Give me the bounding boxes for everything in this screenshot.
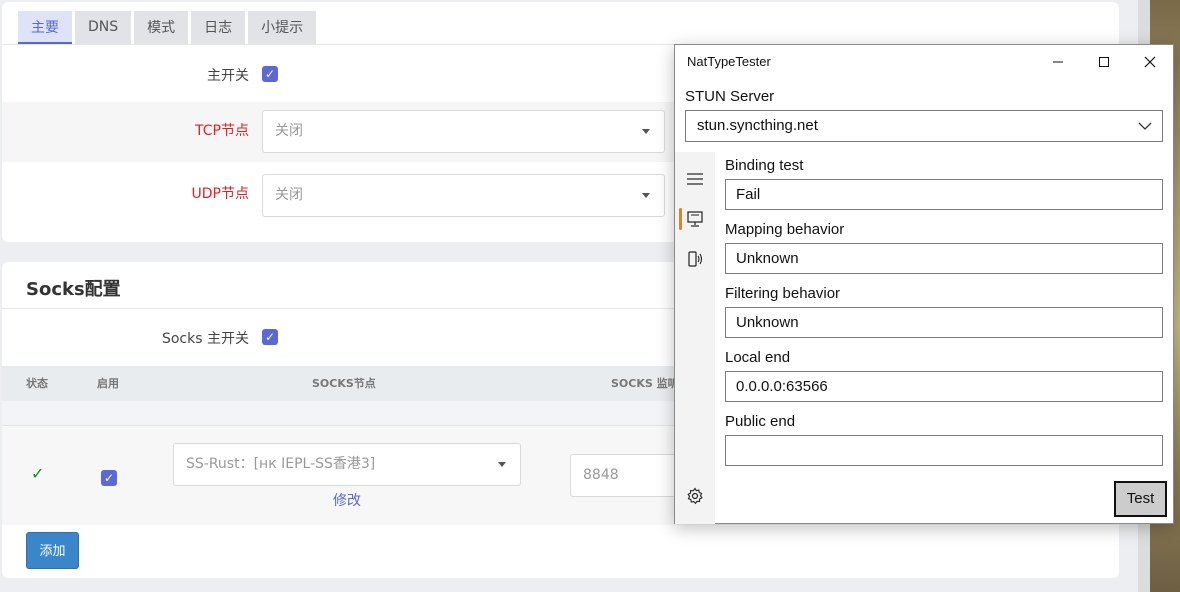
- socks-node-value: SS-Rust：[нк IEPL-SS香港3]: [186, 456, 376, 472]
- main-switch-label: 主开关: [207, 68, 249, 84]
- window-title: NatTypeTester: [687, 54, 771, 69]
- mapping-behavior-field[interactable]: Unknown: [725, 243, 1163, 274]
- col-socks-port: SOCKS 监听: [611, 377, 679, 390]
- row-enabled-checkbox[interactable]: ✓: [101, 470, 117, 486]
- binding-test-label: Binding test: [725, 157, 804, 174]
- tab-main[interactable]: 主要: [18, 11, 72, 44]
- caret-down-icon: [642, 129, 650, 134]
- hamburger-button[interactable]: [675, 164, 715, 194]
- stun-server-label: STUN Server: [685, 88, 775, 105]
- stun-server-value: stun.syncthing.net: [697, 117, 818, 134]
- mapping-behavior-label: Mapping behavior: [725, 221, 845, 238]
- binding-test-field[interactable]: Fail: [725, 179, 1163, 210]
- public-end-field[interactable]: [725, 435, 1163, 466]
- status-ok-icon: ✓: [31, 464, 45, 483]
- tcp-node-value: 关闭: [275, 123, 303, 139]
- socks-port-input[interactable]: 8848: [570, 454, 690, 497]
- main-switch-checkbox[interactable]: ✓: [262, 66, 278, 82]
- monitor-icon: [687, 211, 703, 227]
- caret-down-icon: [498, 462, 506, 467]
- navigation-pane: [675, 152, 715, 524]
- hamburger-icon: [687, 173, 703, 185]
- col-socks-node: SOCKS节点: [312, 377, 376, 390]
- tab-dns[interactable]: DNS: [75, 11, 132, 44]
- close-icon: [1144, 56, 1156, 68]
- test-button[interactable]: Test: [1114, 481, 1167, 517]
- local-end-label: Local end: [725, 349, 791, 366]
- close-button[interactable]: [1127, 45, 1173, 79]
- maximize-button[interactable]: [1081, 45, 1127, 79]
- udp-node-select[interactable]: 关闭: [262, 174, 665, 217]
- socks-switch-checkbox[interactable]: ✓: [262, 329, 278, 345]
- tab-bar: 主要 DNS 模式 日志 小提示: [18, 11, 319, 44]
- tcp-node-label: TCP节点: [195, 123, 249, 139]
- caret-down-icon: [642, 193, 650, 198]
- settings-button[interactable]: [675, 481, 715, 511]
- chevron-down-icon: [1138, 122, 1152, 130]
- minimize-button[interactable]: [1035, 45, 1081, 79]
- socks-port-value: 8848: [583, 467, 619, 483]
- socks-section-title: Socks配置: [26, 279, 121, 300]
- stun-server-combobox[interactable]: stun.syncthing.net: [685, 110, 1163, 142]
- maximize-icon: [1099, 57, 1109, 67]
- local-end-field[interactable]: 0.0.0.0:63566: [725, 371, 1163, 402]
- socks-switch-label: Socks 主开关: [161, 331, 249, 347]
- add-button[interactable]: 添加: [26, 532, 79, 569]
- minimize-icon: [1053, 61, 1063, 63]
- udp-node-value: 关闭: [275, 187, 303, 203]
- phone-signal-icon: [688, 251, 703, 267]
- public-end-label: Public end: [725, 413, 796, 430]
- tab-tips[interactable]: 小提示: [248, 11, 317, 44]
- nav-item-rfc3489[interactable]: [675, 244, 715, 274]
- udp-node-label: UDP节点: [191, 186, 249, 202]
- filtering-behavior-label: Filtering behavior: [725, 285, 841, 302]
- gear-icon: [687, 487, 703, 505]
- filtering-behavior-field[interactable]: Unknown: [725, 307, 1163, 338]
- edit-link[interactable]: 修改: [333, 490, 361, 510]
- col-enabled: 启用: [97, 377, 119, 390]
- tcp-node-select[interactable]: 关闭: [262, 110, 665, 153]
- socks-node-select[interactable]: SS-Rust：[нк IEPL-SS香港3]: [173, 443, 521, 486]
- nattypetester-window: NatTypeTester STUN Server stun.syncthing…: [674, 44, 1174, 524]
- tab-mode[interactable]: 模式: [134, 11, 189, 44]
- tab-log[interactable]: 日志: [191, 11, 246, 44]
- col-status: 状态: [26, 377, 48, 390]
- nav-item-rfc5780[interactable]: [675, 204, 715, 234]
